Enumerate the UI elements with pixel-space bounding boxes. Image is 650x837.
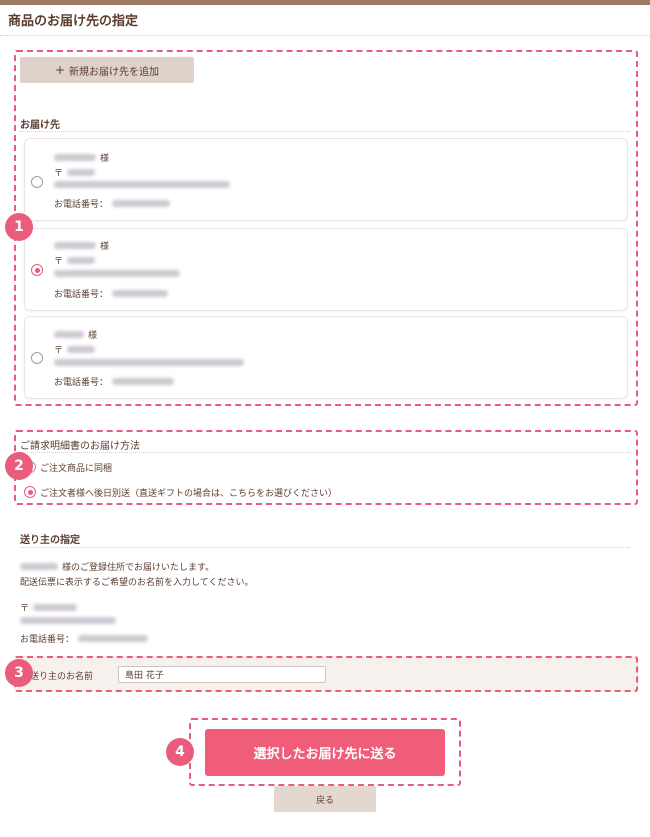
shipping-divider: [20, 131, 630, 132]
blurred-postal: [33, 604, 78, 611]
sender-line-2: 配送伝票に表示するご希望のお名前を入力してください。: [20, 578, 254, 588]
blurred-postal: [67, 169, 96, 176]
blurred-name: [54, 154, 96, 161]
step-badge-3: 3: [5, 659, 33, 687]
page-title: 商品のお届け先の指定: [8, 14, 139, 29]
address-1-phone-row: お電話番号：: [54, 197, 171, 210]
blurred-street: [54, 359, 244, 366]
sender-postal-mark: 〒: [20, 604, 30, 614]
address-3-street-row: [54, 359, 244, 366]
add-address-button[interactable]: + 新規お届け先を追加: [20, 57, 194, 83]
blurred-postal: [67, 257, 96, 264]
shipping-section-label: お届け先: [20, 120, 60, 131]
address-radio-3[interactable]: [31, 352, 43, 364]
sender-divider: [20, 547, 630, 548]
blurred-postal: [67, 346, 96, 353]
sender-street-row: [20, 617, 116, 624]
invoice-divider: [20, 452, 630, 453]
back-button[interactable]: 戻る: [274, 786, 376, 812]
sender-line-1: 様のご登録住所でお届けいたします。: [20, 560, 214, 573]
address-2-street-row: [54, 270, 180, 277]
address-2-suffix: 様: [100, 242, 110, 252]
blurred-street: [20, 617, 116, 624]
step-badge-4: 4: [166, 738, 194, 766]
sender-phone-row: お電話番号：: [20, 632, 149, 645]
title-divider: [0, 35, 650, 36]
sender-phone-label: お電話番号：: [20, 635, 75, 645]
blurred-phone: [112, 378, 175, 385]
address-3-phone-row: お電話番号：: [54, 375, 175, 388]
address-1-phone-label: お電話番号：: [54, 200, 109, 210]
address-2-name-row: 様: [54, 239, 109, 252]
sender-name-label: 送り主のお名前: [30, 672, 94, 682]
address-2-phone-row: お電話番号：: [54, 287, 169, 300]
address-2-postal-row: 〒: [54, 254, 96, 267]
blurred-street: [54, 181, 230, 188]
blurred-name: [54, 242, 96, 249]
address-1-street-row: [54, 181, 230, 188]
plus-icon: +: [54, 63, 66, 77]
address-3-phone-label: お電話番号：: [54, 378, 109, 388]
sender-section-label: 送り主の指定: [20, 535, 80, 546]
address-1-suffix: 様: [100, 154, 110, 164]
invoice-section-label: ご請求明細書のお届け方法: [20, 441, 140, 452]
blurred-phone: [78, 635, 149, 642]
address-1-postal-row: 〒: [54, 166, 96, 179]
address-3-name-row: 様: [54, 328, 97, 341]
add-address-label: 新規お届け先を追加: [69, 66, 160, 78]
address-3-suffix: 様: [88, 331, 98, 341]
step-badge-1: 1: [5, 213, 33, 241]
blurred-street: [54, 270, 180, 277]
highlight-box-3: [14, 656, 638, 692]
sender-name-input[interactable]: [118, 666, 326, 683]
address-2-postal-mark: 〒: [54, 257, 64, 267]
address-2-phone-label: お電話番号：: [54, 290, 109, 300]
blurred-phone: [112, 200, 171, 207]
address-3-postal-mark: 〒: [54, 346, 64, 356]
address-1-name-row: 様: [54, 151, 109, 164]
address-1-postal-mark: 〒: [54, 169, 64, 179]
sender-line-1-text: 様のご登録住所でお届けいたします。: [62, 563, 215, 573]
blurred-phone: [112, 290, 169, 297]
address-radio-1[interactable]: [31, 176, 43, 188]
blurred-sender-name: [20, 563, 58, 570]
invoice-radio-2[interactable]: [24, 486, 36, 498]
sender-postal-row: 〒: [20, 601, 78, 614]
step-badge-2: 2: [5, 452, 33, 480]
address-radio-2[interactable]: [31, 264, 43, 276]
top-bar: [0, 0, 650, 5]
submit-button[interactable]: 選択したお届け先に送る: [205, 729, 445, 776]
blurred-name: [54, 331, 84, 338]
invoice-option-1[interactable]: ご注文商品に同梱: [40, 461, 112, 474]
address-3-postal-row: 〒: [54, 343, 96, 356]
invoice-option-2[interactable]: ご注文者様へ後日別送（直送ギフトの場合は、こちらをお選びください）: [40, 486, 337, 499]
